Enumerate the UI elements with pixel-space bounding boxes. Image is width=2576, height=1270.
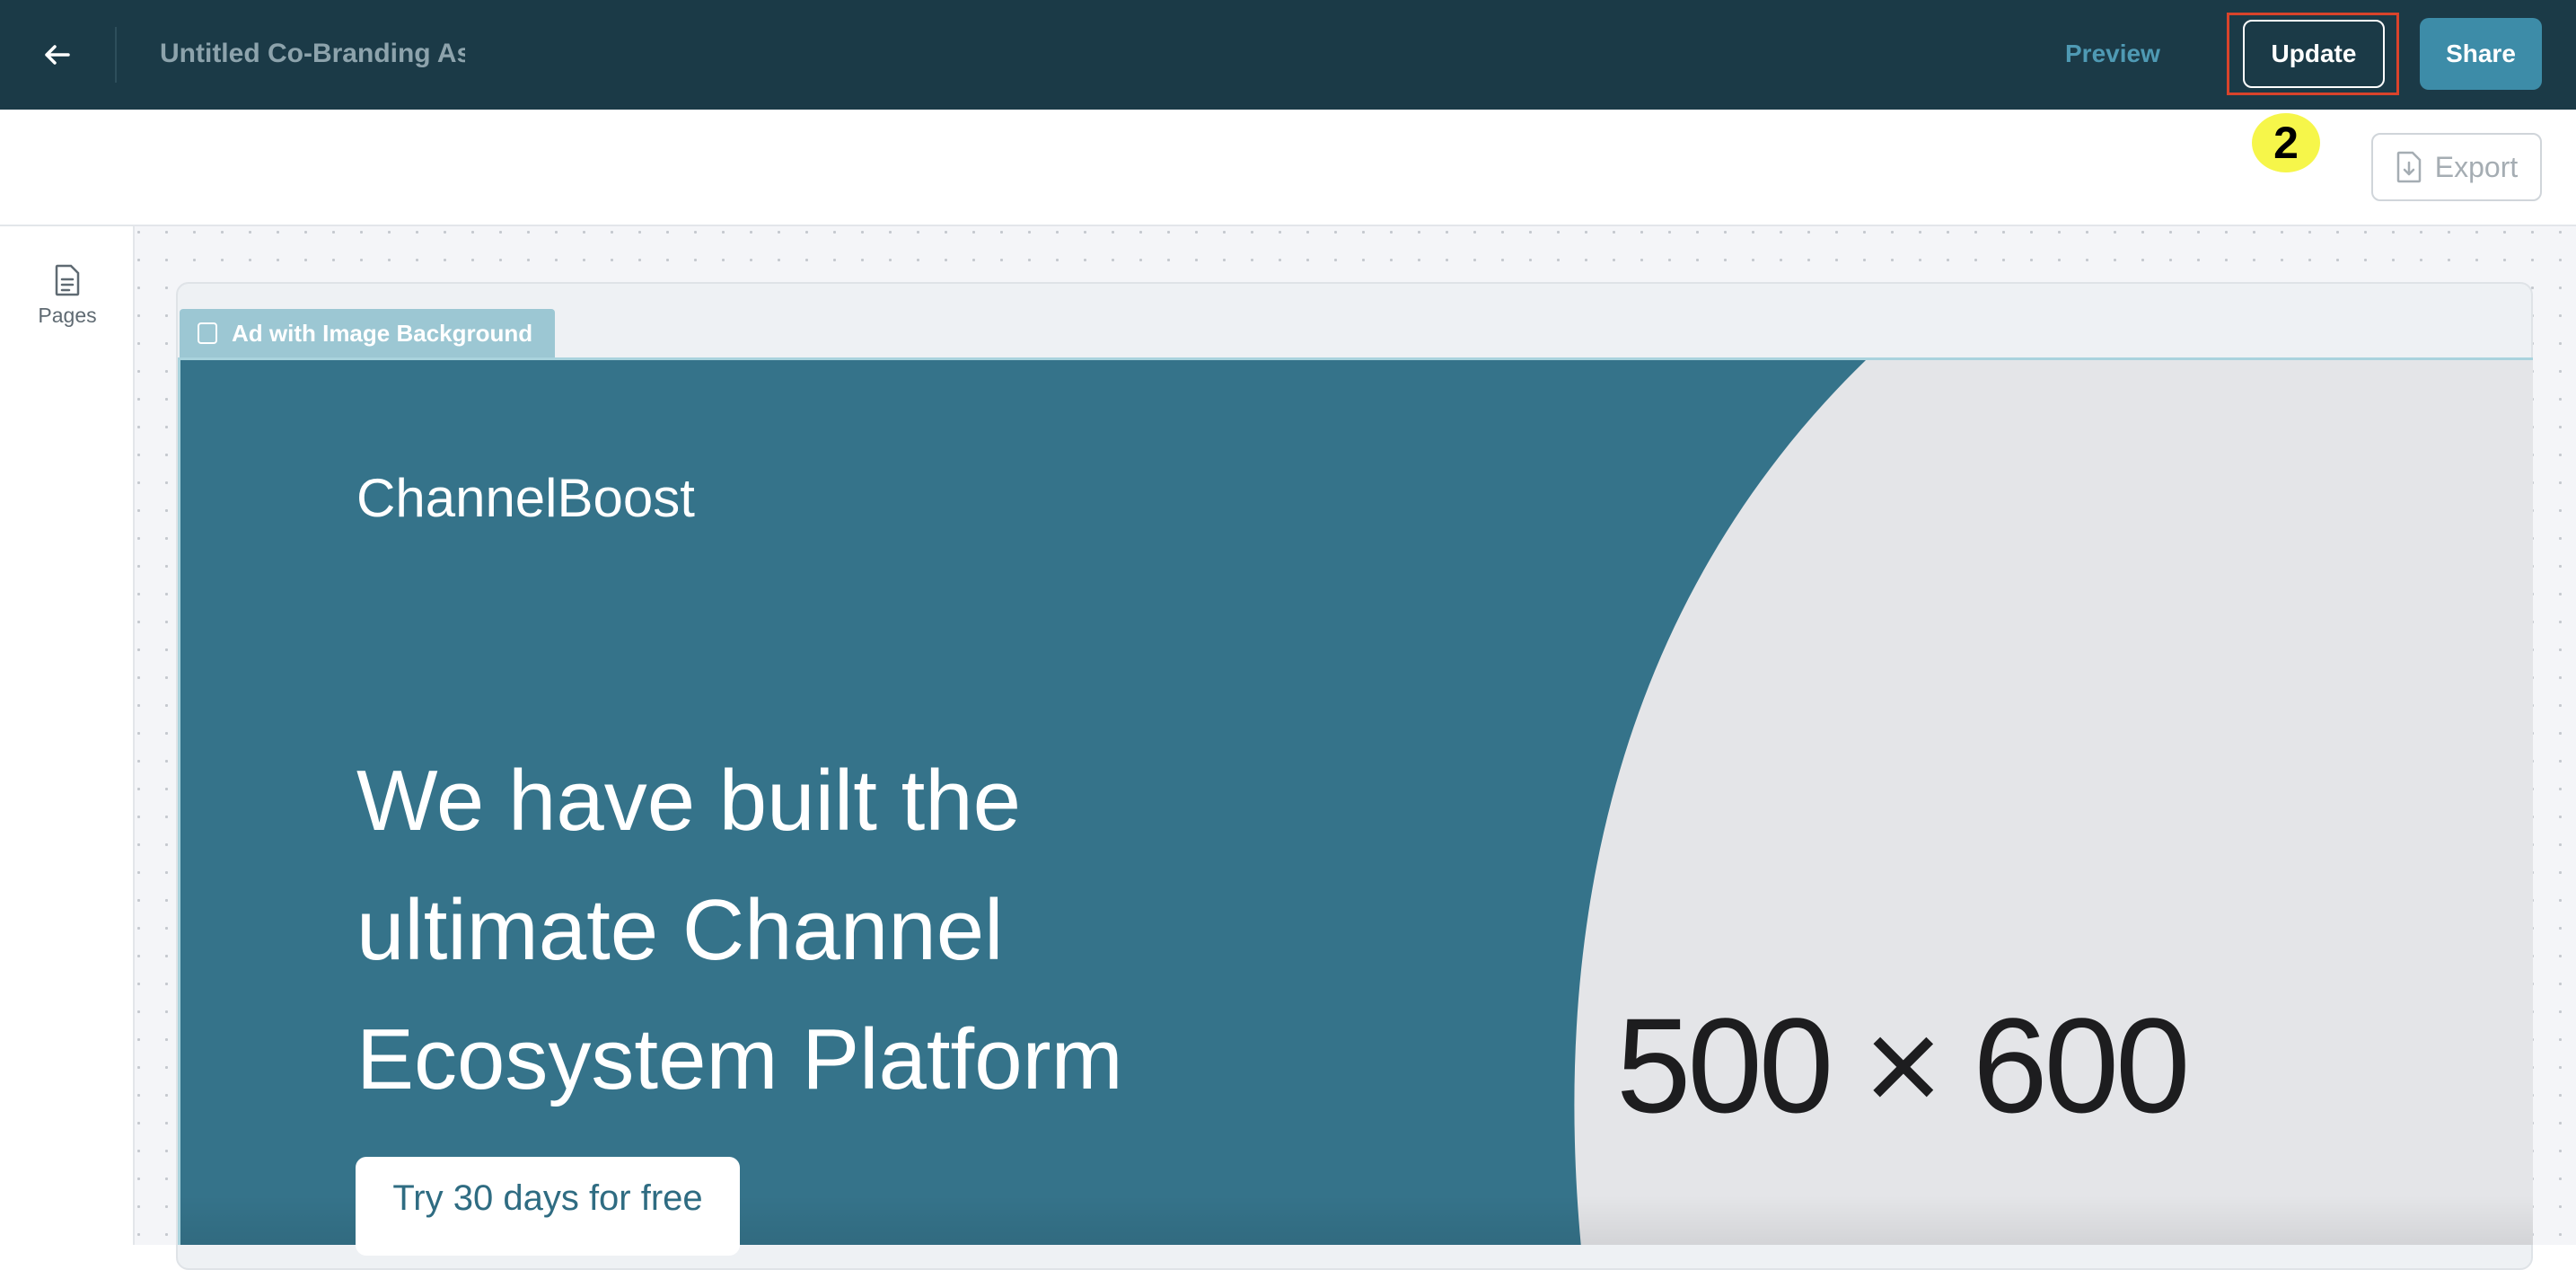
file-download-icon [2396, 151, 2421, 183]
document-icon [55, 264, 80, 296]
back-button[interactable] [27, 25, 86, 84]
ad-headline[interactable]: We have built the ultimate Channel Ecosy… [356, 736, 1344, 1124]
arrow-left-icon [45, 45, 70, 65]
headline-line: We have built the [356, 753, 1022, 849]
update-button[interactable]: Update [2243, 20, 2385, 88]
secondary-toolbar [0, 110, 2576, 226]
headline-line: Ecosystem Platform [356, 1011, 1123, 1107]
share-button[interactable]: Share [2420, 18, 2542, 90]
step-badge: 2 [2252, 113, 2320, 172]
export-button[interactable]: Export [2371, 133, 2542, 201]
top-bar: Untitled Co-Branding As Preview Update S… [0, 0, 2576, 110]
frame-checkbox-icon[interactable] [198, 322, 217, 344]
frame-label: Ad with Image Background [232, 319, 533, 347]
left-sidebar: Pages [0, 226, 135, 1245]
artboard-label-tab[interactable]: Ad with Image Background [180, 309, 555, 357]
sidebar-item-pages[interactable]: Pages [18, 264, 117, 340]
canvas-scrollbar[interactable] [2566, 226, 2576, 1245]
sidebar-item-label: Pages [38, 304, 97, 327]
ad-cta-button[interactable]: Try 30 days for free [356, 1157, 740, 1256]
image-placeholder-dimensions[interactable]: 500 × 600 [1616, 988, 2190, 1143]
export-label: Export [2434, 150, 2519, 183]
preview-button[interactable]: Preview [2065, 32, 2160, 75]
document-title-input[interactable]: Untitled Co-Branding As [160, 34, 465, 74]
ad-brand-name[interactable]: ChannelBoost [356, 467, 695, 529]
header-divider [115, 27, 117, 83]
headline-line: ultimate Channel [356, 882, 1004, 978]
